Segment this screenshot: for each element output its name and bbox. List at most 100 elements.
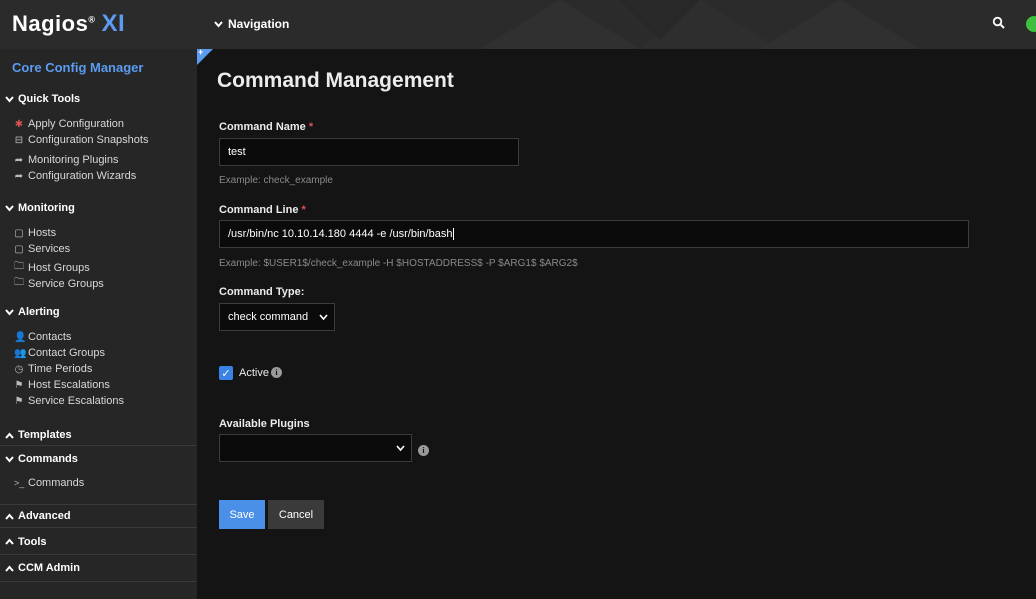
sidebar-item-label: Apply Configuration [28, 118, 125, 130]
chevron-down-icon [319, 313, 328, 320]
command-type-select[interactable]: check command [219, 303, 335, 331]
section-label: Tools [18, 535, 47, 548]
section-ccm-admin[interactable]: CCM Admin [0, 555, 197, 582]
sidebar-item-host-groups[interactable]: 🗀 Host Groups [14, 259, 90, 276]
logo-text: Nagios [12, 11, 89, 36]
chevron-down-icon [5, 204, 14, 212]
required-marker: * [308, 121, 314, 133]
logo-registered-mark: ® [88, 14, 96, 25]
sidebar-item-time-periods[interactable]: ◷ Time Periods [14, 363, 93, 375]
save-button[interactable]: Save [219, 500, 265, 529]
asterisk-icon: ✱ [14, 118, 24, 130]
chevron-up-icon [5, 431, 14, 439]
section-label: Templates [18, 429, 72, 441]
section-label: CCM Admin [18, 562, 80, 574]
chevron-up-icon [5, 564, 14, 572]
sidebar-item-label: Host Groups [28, 261, 90, 274]
chevron-up-icon [5, 512, 14, 520]
command-name-value: test [228, 146, 246, 158]
active-checkbox[interactable]: ✓ [219, 366, 233, 380]
top-bar: Nagios® XI Navigation [0, 0, 1036, 49]
sidebar-item-commands[interactable]: >_ Commands [14, 477, 84, 489]
sidebar-item-label: Services [28, 243, 71, 255]
cancel-button[interactable]: Cancel [268, 500, 324, 529]
command-type-label: Command Type: [219, 286, 305, 298]
users-icon: 👥 [14, 347, 27, 359]
header-background-pattern [480, 0, 920, 49]
section-label: Quick Tools [18, 93, 81, 105]
section-label: Alerting [18, 306, 60, 318]
hard-drive-icon: ⊟ [14, 134, 24, 146]
active-label: Active [239, 367, 269, 379]
chevron-down-icon [214, 20, 223, 28]
sidebar-item-apply-configuration[interactable]: ✱ Apply Configuration [14, 118, 124, 130]
command-name-hint: Example: check_example [219, 175, 333, 186]
sidebar-item-label: Commands [28, 477, 85, 489]
section-advanced[interactable]: Advanced [0, 504, 197, 528]
command-line-input[interactable]: /usr/bin/nc 10.10.14.180 4444 -e /usr/bi… [219, 220, 969, 248]
sidebar-item-hosts[interactable]: ▢ Hosts [14, 227, 56, 239]
section-commands[interactable]: Commands [0, 453, 197, 465]
user-icon: 👤 [14, 331, 27, 343]
available-plugins-label: Available Plugins [219, 418, 310, 430]
sidebar-item-label: Contacts [28, 331, 72, 343]
sidebar-item-label: Hosts [28, 227, 57, 239]
sidebar-item-services[interactable]: ▢ Services [14, 243, 70, 255]
section-monitoring[interactable]: Monitoring [0, 202, 197, 214]
info-icon[interactable]: i [418, 445, 429, 456]
plus-icon[interactable]: + [198, 47, 203, 57]
chevron-down-icon [5, 455, 14, 463]
nagios-xi-logo[interactable]: Nagios® XI [12, 10, 125, 38]
file-icon: ▢ [14, 243, 24, 255]
info-icon[interactable]: i [271, 367, 282, 378]
sidebar-item-service-escalations[interactable]: ⚑ Service Escalations [14, 395, 124, 407]
sidebar-item-label: Service Groups [28, 277, 104, 290]
sidebar-item-label: Host Escalations [28, 379, 110, 391]
section-label: Commands [18, 453, 78, 465]
sidebar-item-label: Configuration Wizards [28, 170, 137, 182]
sidebar-item-contacts[interactable]: 👤 Contacts [14, 331, 71, 343]
sidebar-item-contact-groups[interactable]: 👥 Contact Groups [14, 347, 105, 359]
check-icon: ✓ [221, 367, 231, 380]
command-name-label: Command Name * [219, 121, 314, 133]
flag-icon: ⚑ [14, 395, 24, 407]
text-cursor [453, 228, 455, 240]
command-name-input[interactable]: test [219, 138, 519, 166]
chevron-up-icon [5, 538, 14, 545]
section-label: Monitoring [18, 202, 75, 214]
section-quick-tools[interactable]: Quick Tools [0, 93, 197, 105]
section-tools[interactable]: Tools [0, 529, 197, 555]
search-icon[interactable] [992, 16, 1006, 30]
sidebar-item-label: Service Escalations [28, 395, 124, 407]
terminal-icon: >_ [14, 478, 25, 488]
flag-icon: ⚑ [14, 379, 24, 391]
main-content: + Command Management Command Name * test… [197, 47, 1036, 599]
file-icon: ▢ [14, 227, 24, 239]
sidebar-item-label: Time Periods [28, 363, 93, 375]
share-arrow-icon: ➦ [14, 154, 24, 166]
sidebar-item-service-groups[interactable]: 🗀 Service Groups [14, 275, 104, 292]
sidebar-item-label: Contact Groups [28, 347, 106, 359]
sidebar-item-label: Monitoring Plugins [28, 154, 119, 166]
available-plugins-select[interactable] [219, 434, 412, 462]
logo-xi: XI [101, 10, 126, 37]
sidebar-item-configuration-snapshots[interactable]: ⊟ Configuration Snapshots [14, 134, 149, 146]
chevron-down-icon [5, 308, 14, 316]
ccm-title[interactable]: Core Config Manager [12, 60, 143, 75]
folder-icon: 🗀 [14, 277, 24, 288]
command-line-hint: Example: $USER1$/check_example -H $HOSTA… [219, 258, 578, 269]
sidebar-item-monitoring-plugins[interactable]: ➦ Monitoring Plugins [14, 154, 119, 166]
share-arrow-icon: ➦ [14, 170, 24, 182]
sidebar-item-host-escalations[interactable]: ⚑ Host Escalations [14, 379, 110, 391]
chevron-down-icon [5, 95, 14, 103]
status-ok-icon[interactable] [1026, 16, 1036, 32]
section-alerting[interactable]: Alerting [0, 306, 197, 318]
clock-icon: ◷ [14, 363, 24, 375]
command-type-value: check command [228, 311, 309, 323]
page-title: Command Management [217, 69, 454, 92]
section-templates[interactable]: Templates [0, 425, 197, 446]
navigation-toggle[interactable]: Navigation [214, 17, 289, 31]
navigation-label: Navigation [228, 17, 290, 31]
required-marker: * [301, 204, 306, 216]
sidebar-item-configuration-wizards[interactable]: ➦ Configuration Wizards [14, 170, 136, 182]
